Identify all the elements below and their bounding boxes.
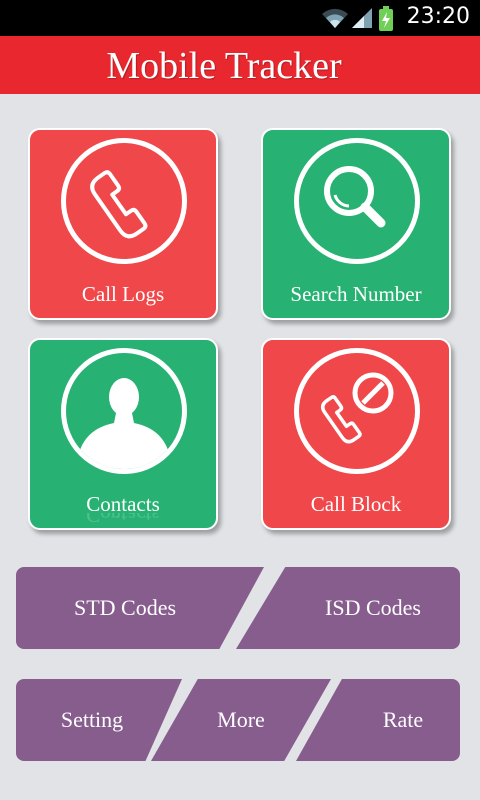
- more-label: More: [217, 707, 265, 732]
- rate-label: Rate: [382, 707, 424, 732]
- call-block-circle: [294, 348, 420, 474]
- search-number-tile[interactable]: Search Number: [261, 128, 451, 320]
- battery-charging-icon: [379, 6, 393, 31]
- contacts-circle: [61, 348, 187, 474]
- signal-icon: [352, 8, 372, 28]
- contacts-tile[interactable]: Contacts Contacts: [28, 338, 218, 530]
- call-logs-circle: [61, 138, 187, 264]
- isd-codes-button[interactable]: ISD Codes: [236, 567, 460, 649]
- call-block-tile[interactable]: Call Block: [261, 338, 451, 530]
- status-time: 23:20: [406, 4, 470, 29]
- status-bar: 23:20: [0, 0, 480, 36]
- std-codes-button[interactable]: STD Codes: [16, 567, 264, 649]
- call-logs-tile[interactable]: Call Logs: [28, 128, 218, 320]
- search-icon: [324, 166, 386, 228]
- setting-button[interactable]: Setting: [16, 679, 182, 761]
- codes-bar: STD Codes ISD Codes: [16, 567, 460, 649]
- page-title: Mobile Tracker: [106, 45, 342, 87]
- setting-label: Setting: [60, 707, 124, 732]
- isd-codes-label: ISD Codes: [325, 595, 421, 620]
- std-codes-label: STD Codes: [73, 595, 177, 620]
- bottom-bar: Setting More Rate: [16, 679, 460, 761]
- wifi-icon: [322, 8, 348, 28]
- contacts-label-reflection: Contacts: [86, 513, 160, 527]
- app-header: Mobile Tracker: [0, 36, 480, 94]
- call-block-label: Call Block: [310, 492, 402, 516]
- search-number-circle: [294, 138, 420, 264]
- phone-icon: [90, 170, 148, 239]
- call-block-icon: [320, 372, 394, 444]
- person-icon: [78, 378, 170, 469]
- call-logs-label: Call Logs: [81, 282, 165, 306]
- search-number-label: Search Number: [290, 282, 422, 306]
